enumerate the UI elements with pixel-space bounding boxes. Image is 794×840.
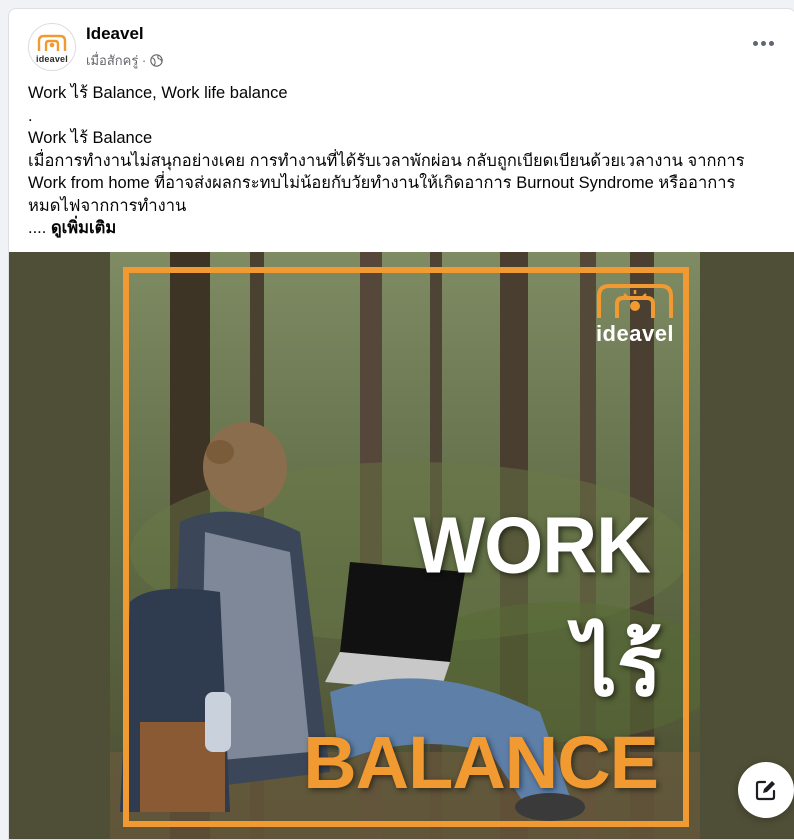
post-card: ideavel Ideavel เมื่อสักครู่ · Work ไร้ … (8, 8, 794, 840)
compose-button[interactable] (738, 762, 794, 818)
post-timestamp[interactable]: เมื่อสักครู่ · (86, 50, 146, 71)
avatar-logo-text: ideavel (36, 54, 68, 64)
image-logo: ideavel (590, 280, 680, 347)
compose-icon (755, 780, 776, 801)
post-text-line: Work ไร้ Balance (28, 129, 153, 147)
image-title-work: WORK (413, 500, 651, 591)
post-text-line: หมดไฟจากการทำงาน (28, 196, 187, 215)
page-avatar[interactable]: ideavel (28, 23, 76, 71)
see-more-link[interactable]: ดูเพิ่มเติม (51, 219, 116, 237)
post-photo: ideavel WORK ไร้ BALANCE (110, 252, 700, 839)
ideavel-logo-icon (37, 34, 67, 51)
post-text-line: . (28, 106, 33, 125)
see-more-row: .... ดูเพิ่มเติม (28, 217, 788, 240)
post-meta: เมื่อสักครู่ · (86, 50, 164, 71)
globe-icon[interactable] (150, 54, 164, 67)
page-name-link[interactable]: Ideavel (86, 24, 144, 44)
post-text-line: เมื่อการทำงานไม่สนุกอย่างเคย การทำงานที่… (28, 151, 745, 170)
ideavel-logo-icon (597, 284, 673, 318)
post-text-line: Work from home ที่อาจส่งผลกระทบไม่น้อยกั… (28, 174, 736, 192)
image-title-thai: ไร้ (574, 617, 662, 715)
image-logo-text: ideavel (595, 321, 675, 346)
post-text-line: Work ไร้ Balance, Work life balance (28, 84, 288, 102)
more-options-button[interactable] (745, 31, 781, 55)
post-image[interactable]: ideavel WORK ไร้ BALANCE (9, 252, 794, 839)
more-horizontal-icon (752, 40, 758, 46)
ellipsis: .... (28, 219, 47, 237)
image-title-balance: BALANCE (303, 721, 659, 804)
post-text: Work ไร้ Balance, Work life balance . Wo… (28, 82, 788, 240)
